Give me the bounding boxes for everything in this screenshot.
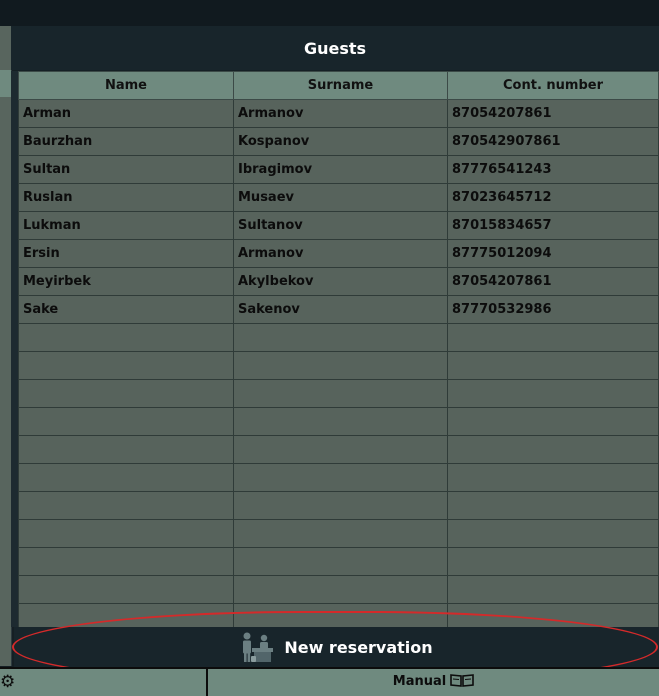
table-row[interactable] [18, 351, 659, 380]
cell-name[interactable] [18, 435, 234, 464]
cell-surname[interactable]: Musaev [233, 183, 448, 212]
cell-contact-number[interactable]: 87054207861 [447, 267, 659, 296]
cell-surname[interactable]: Armanov [233, 239, 448, 268]
top-strip [0, 0, 659, 26]
cell-surname[interactable] [233, 463, 448, 492]
cell-name[interactable]: Baurzhan [18, 127, 234, 156]
cell-contact-number[interactable] [447, 407, 659, 436]
reception-desk-icon [240, 631, 274, 663]
table-row[interactable]: Sake Sakenov 87770532986 [18, 295, 659, 324]
new-reservation-label: New reservation [284, 637, 433, 657]
cell-name[interactable] [18, 547, 234, 576]
footer-bar: ⚙ Manual [0, 667, 659, 696]
panel-title: Guests [11, 26, 659, 70]
table-row[interactable] [18, 519, 659, 548]
table-row[interactable] [18, 463, 659, 492]
background-panel-header [0, 70, 11, 97]
cell-contact-number[interactable] [447, 435, 659, 464]
cell-name[interactable]: Meyirbek [18, 267, 234, 296]
table-header-row: Name Surname Cont. number [18, 71, 659, 100]
cell-contact-number[interactable]: 87770532986 [447, 295, 659, 324]
cell-contact-number[interactable]: 870542907861 [447, 127, 659, 156]
cell-surname[interactable] [233, 379, 448, 408]
cell-surname[interactable]: Kospanov [233, 127, 448, 156]
book-icon [450, 673, 475, 691]
table-row[interactable] [18, 491, 659, 520]
cell-surname[interactable] [233, 519, 448, 548]
table-row[interactable] [18, 379, 659, 408]
column-header-name[interactable]: Name [18, 71, 234, 100]
table-row[interactable]: Ersin Armanov 87775012094 [18, 239, 659, 268]
cell-name[interactable]: Ruslan [18, 183, 234, 212]
cell-surname[interactable] [233, 547, 448, 576]
column-header-contact-number[interactable]: Cont. number [447, 71, 659, 100]
cell-name[interactable] [18, 323, 234, 352]
table-row[interactable]: Meyirbek Akylbekov 87054207861 [18, 267, 659, 296]
cell-contact-number[interactable] [447, 463, 659, 492]
cell-name[interactable] [18, 519, 234, 548]
cell-surname[interactable]: Sakenov [233, 295, 448, 324]
cell-contact-number[interactable]: 87776541243 [447, 155, 659, 184]
cell-name[interactable]: Sultan [18, 155, 234, 184]
table-row[interactable]: Arman Armanov 87054207861 [18, 99, 659, 128]
cell-contact-number[interactable]: 87775012094 [447, 239, 659, 268]
cell-name[interactable] [18, 351, 234, 380]
new-reservation-button[interactable]: New reservation [14, 627, 659, 667]
manual-label: Manual [392, 674, 447, 689]
cell-contact-number[interactable] [447, 547, 659, 576]
cell-name[interactable] [18, 575, 234, 604]
table-row[interactable] [18, 435, 659, 464]
cell-surname[interactable] [233, 323, 448, 352]
table-row[interactable]: Lukman Sultanov 87015834657 [18, 211, 659, 240]
table-row[interactable] [18, 547, 659, 576]
cell-surname[interactable] [233, 491, 448, 520]
cell-name[interactable] [18, 491, 234, 520]
cell-surname[interactable]: Ibragimov [233, 155, 448, 184]
guests-table: Name Surname Cont. number Arman Armanov 87… [18, 71, 659, 632]
cell-contact-number[interactable] [447, 351, 659, 380]
cell-surname[interactable]: Sultanov [233, 211, 448, 240]
cell-name[interactable] [18, 407, 234, 436]
cell-contact-number[interactable] [447, 323, 659, 352]
cell-surname[interactable]: Akylbekov [233, 267, 448, 296]
table-row[interactable] [18, 323, 659, 352]
table-row[interactable]: Sultan Ibragimov 87776541243 [18, 155, 659, 184]
cell-name[interactable] [18, 379, 234, 408]
panel-title-text: Guests [303, 38, 367, 58]
cell-contact-number[interactable] [447, 491, 659, 520]
table-row[interactable] [18, 575, 659, 604]
table-row[interactable]: Ruslan Musaev 87023645712 [18, 183, 659, 212]
cell-surname[interactable] [233, 575, 448, 604]
cell-surname[interactable] [233, 407, 448, 436]
cell-contact-number[interactable]: 87015834657 [447, 211, 659, 240]
cell-surname[interactable] [233, 435, 448, 464]
cell-contact-number[interactable] [447, 575, 659, 604]
cell-name[interactable]: Sake [18, 295, 234, 324]
guests-grid: Name Surname Cont. number Arman Armanov 87… [18, 71, 659, 632]
cell-contact-number[interactable]: 87023645712 [447, 183, 659, 212]
cell-name[interactable]: Lukman [18, 211, 234, 240]
table-left-rail [11, 71, 18, 627]
cell-name[interactable]: Arman [18, 99, 234, 128]
cell-name[interactable]: Ersin [18, 239, 234, 268]
cell-contact-number[interactable] [447, 519, 659, 548]
table-body: Arman Armanov 87054207861 Baurzhan Kospanov 8… [18, 99, 659, 632]
table-row[interactable]: Baurzhan Kospanov 870542907861 [18, 127, 659, 156]
column-header-surname[interactable]: Surname [233, 71, 448, 100]
cell-name[interactable] [18, 463, 234, 492]
table-row[interactable] [18, 407, 659, 436]
cell-contact-number[interactable] [447, 379, 659, 408]
cell-surname[interactable]: Armanov [233, 99, 448, 128]
gear-icon[interactable]: ⚙ [0, 672, 20, 692]
cell-contact-number[interactable]: 87054207861 [447, 99, 659, 128]
manual-button[interactable]: Manual [208, 667, 659, 696]
cell-surname[interactable] [233, 351, 448, 380]
